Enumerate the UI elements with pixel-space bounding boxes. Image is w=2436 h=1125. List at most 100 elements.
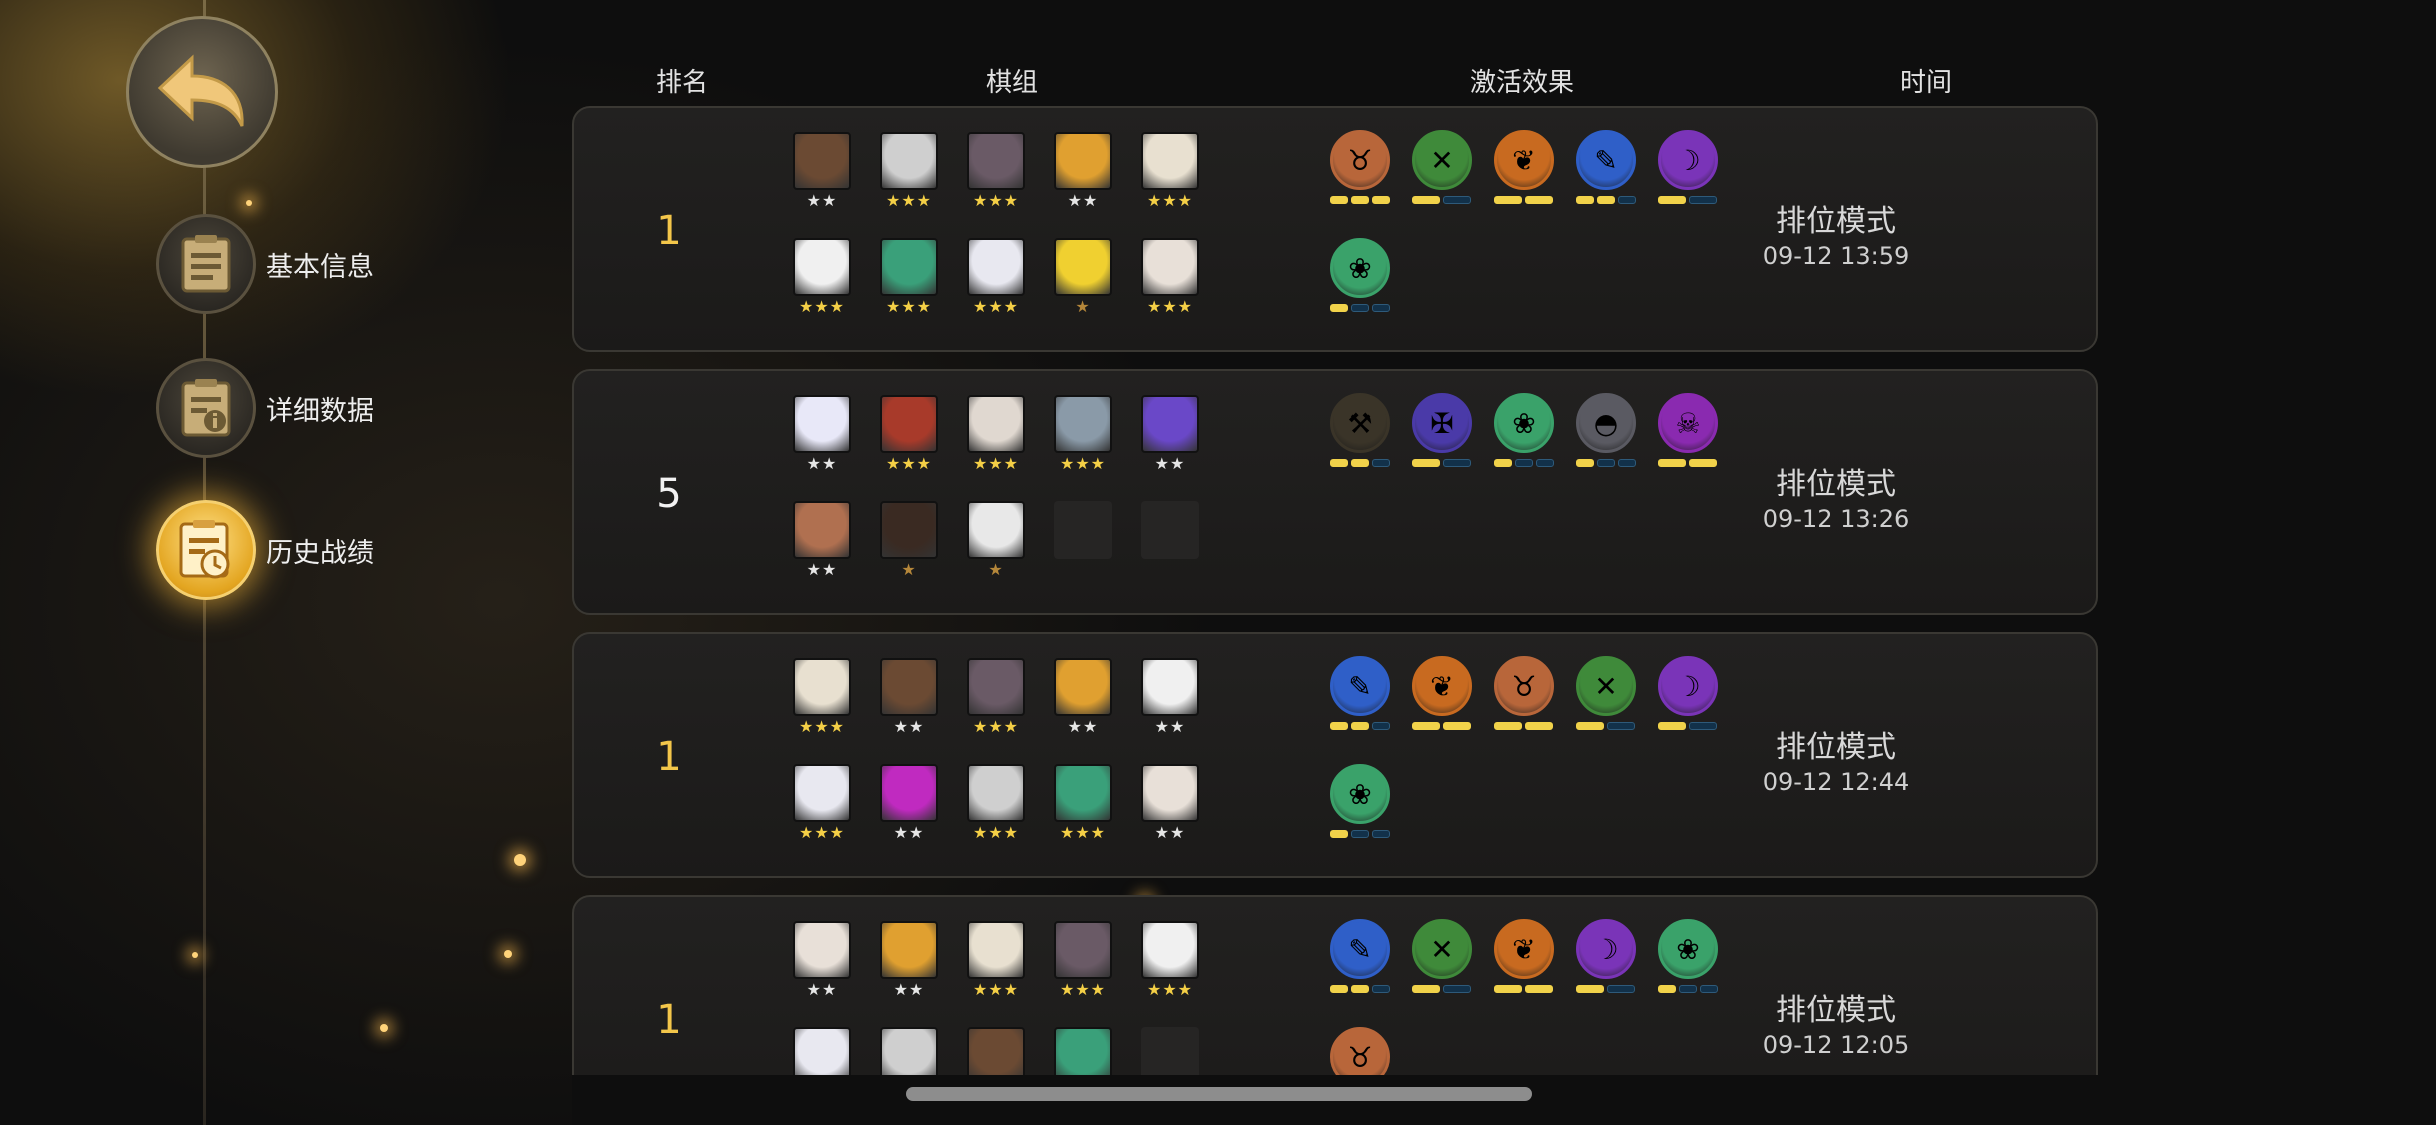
unit-slot[interactable]: ★★	[879, 764, 939, 848]
trait-progress	[1328, 985, 1392, 993]
match-history-list[interactable]: 1 ★★ ★★★ ★★★ ★★ ★★★ ★★★ ★★★ ★★★ ★ ★★★ ♉ ✕ ❦ ✎ ☽ ❀ 排位模式 09-…	[572, 106, 2100, 1075]
back-button[interactable]	[126, 16, 278, 168]
unit-slot[interactable]: ★★	[879, 921, 939, 1005]
unit-slot[interactable]: ★★★	[879, 132, 939, 216]
trait-progress	[1328, 722, 1392, 730]
trait-badge[interactable]: ❀	[1492, 393, 1556, 475]
trait-progress-segment	[1372, 985, 1390, 993]
unit-slot[interactable]: ★★	[792, 395, 852, 479]
trait-badge[interactable]: ✕	[1410, 919, 1474, 1001]
trait-badge[interactable]: ◓	[1574, 393, 1638, 475]
trait-badge[interactable]: ⚒	[1328, 393, 1392, 475]
unit-slot[interactable]: ★	[1053, 238, 1113, 322]
unit-slot[interactable]: ★★★	[1053, 921, 1113, 1005]
unit-portrait	[880, 501, 938, 559]
trait-progress	[1574, 459, 1638, 467]
trait-progress-segment	[1443, 722, 1471, 730]
trait-badge[interactable]: ✠	[1410, 393, 1474, 475]
trait-progress-segment	[1412, 196, 1440, 204]
trait-progress-segment	[1443, 985, 1471, 993]
unit-slot[interactable]	[879, 1027, 939, 1075]
unit-slot[interactable]: ★★★	[1140, 238, 1200, 322]
match-row[interactable]: 1 ★★ ★★★ ★★★ ★★ ★★★ ★★★ ★★★ ★★★ ★ ★★★ ♉ ✕ ❦ ✎ ☽ ❀ 排位模式 09-…	[572, 106, 2098, 352]
unit-slot[interactable]: ★★★	[966, 658, 1026, 742]
trait-progress-segment	[1494, 985, 1522, 993]
unit-slot[interactable]: ★★★	[1053, 395, 1113, 479]
unit-portrait	[1141, 395, 1199, 453]
match-time: 09-12 12:05	[1762, 1031, 1910, 1059]
trait-progress-segment	[1330, 830, 1348, 838]
trait-badge[interactable]: ♉	[1328, 1027, 1392, 1075]
unit-slot[interactable]: ★★	[1053, 132, 1113, 216]
unit-stars: ★★★	[972, 297, 1020, 316]
unit-slot[interactable]: ★	[966, 501, 1026, 585]
trait-badge[interactable]: ♉	[1492, 656, 1556, 738]
trait-progress	[1328, 830, 1392, 838]
match-row[interactable]: 1 ★★ ★★ ★★★ ★★★ ★★★ ✎ ✕ ❦ ☽ ❀ ♉ 排位模式 09-12 12:05	[572, 895, 2098, 1075]
unit-slot[interactable]: ★★★	[1140, 921, 1200, 1005]
trait-badge[interactable]: ✕	[1410, 130, 1474, 212]
match-row[interactable]: 1 ★★★ ★★ ★★★ ★★ ★★ ★★★ ★★ ★★★ ★★★ ★★ ✎ ❦ ♉ ✕ ☽ ❀ 排位模式 09-1…	[572, 632, 2098, 878]
unit-slot[interactable]: ★★	[1053, 658, 1113, 742]
trait-progress-segment	[1372, 722, 1390, 730]
trait-badge[interactable]: ✎	[1328, 656, 1392, 738]
unit-stars: ★★	[806, 980, 838, 999]
trait-progress-segment	[1618, 196, 1636, 204]
nav-detail-data[interactable]: 详细数据	[156, 356, 374, 460]
unit-slot[interactable]	[1140, 501, 1200, 585]
unit-slot[interactable]: ★★★	[792, 764, 852, 848]
trait-badge[interactable]: ♉	[1328, 130, 1392, 212]
unit-portrait	[1141, 921, 1199, 979]
nav-basic-info-circle	[156, 214, 256, 314]
unit-slot[interactable]: ★★★	[1053, 764, 1113, 848]
unit-slot[interactable]: ★★★	[966, 132, 1026, 216]
unit-portrait	[880, 132, 938, 190]
unit-slot[interactable]: ★★	[1140, 764, 1200, 848]
match-row[interactable]: 5 ★★ ★★★ ★★★ ★★★ ★★ ★★ ★ ★ ⚒ ✠ ❀ ◓ ☠ 排位模式 09-12 13:26	[572, 369, 2098, 615]
unit-slot[interactable]	[792, 1027, 852, 1075]
unit-slot[interactable]	[1053, 1027, 1113, 1075]
unit-portrait	[967, 658, 1025, 716]
unit-slot[interactable]: ★★	[792, 921, 852, 1005]
unit-slot[interactable]	[966, 1027, 1026, 1075]
unit-slot[interactable]: ★★★	[966, 764, 1026, 848]
unit-stars: ★★★	[1059, 823, 1107, 842]
unit-slot[interactable]: ★	[879, 501, 939, 585]
trait-badge[interactable]: ☽	[1574, 919, 1638, 1001]
unit-slot[interactable]: ★★★	[879, 395, 939, 479]
unit-slot[interactable]: ★★★	[792, 658, 852, 742]
unit-slot[interactable]: ★★★	[966, 395, 1026, 479]
nav-match-history[interactable]: 历史战绩	[156, 498, 374, 602]
unit-slot[interactable]: ★★★	[792, 238, 852, 322]
trait-badge[interactable]: ❦	[1492, 130, 1556, 212]
unit-slot[interactable]: ★★	[792, 132, 852, 216]
unit-slot[interactable]: ★★	[792, 501, 852, 585]
unit-slot[interactable]: ★★★	[879, 238, 939, 322]
trait-badge[interactable]: ❦	[1492, 919, 1556, 1001]
trait-badge[interactable]: ✎	[1574, 130, 1638, 212]
trait-badge[interactable]: ✎	[1328, 919, 1392, 1001]
trait-badge[interactable]: ❀	[1328, 238, 1392, 320]
nav-basic-info[interactable]: 基本信息	[156, 212, 374, 316]
unit-slot[interactable]: ★★★	[966, 921, 1026, 1005]
light-particle	[504, 950, 512, 958]
trait-badge[interactable]: ❦	[1410, 656, 1474, 738]
crossbow-icon: ✕	[1576, 656, 1636, 716]
trait-progress	[1410, 722, 1474, 730]
unit-slot[interactable]: ★★★	[1140, 132, 1200, 216]
match-rank: 1	[656, 997, 682, 1043]
unit-slot[interactable]	[1140, 1027, 1200, 1075]
unit-slot[interactable]: ★★	[1140, 395, 1200, 479]
match-time: 09-12 13:26	[1762, 505, 1910, 533]
paw-icon: ❀	[1330, 238, 1390, 298]
unit-slot[interactable]: ★★★	[966, 238, 1026, 322]
unit-portrait	[793, 764, 851, 822]
trait-badge[interactable]: ❀	[1328, 764, 1392, 846]
trait-progress-segment	[1351, 830, 1369, 838]
unit-slot[interactable]: ★★	[1140, 658, 1200, 742]
unit-slot[interactable]: ★★	[879, 658, 939, 742]
horizontal-scrollbar[interactable]	[906, 1087, 1532, 1101]
trait-progress-segment	[1494, 459, 1512, 467]
trait-badge[interactable]: ✕	[1574, 656, 1638, 738]
unit-slot[interactable]	[1053, 501, 1113, 585]
